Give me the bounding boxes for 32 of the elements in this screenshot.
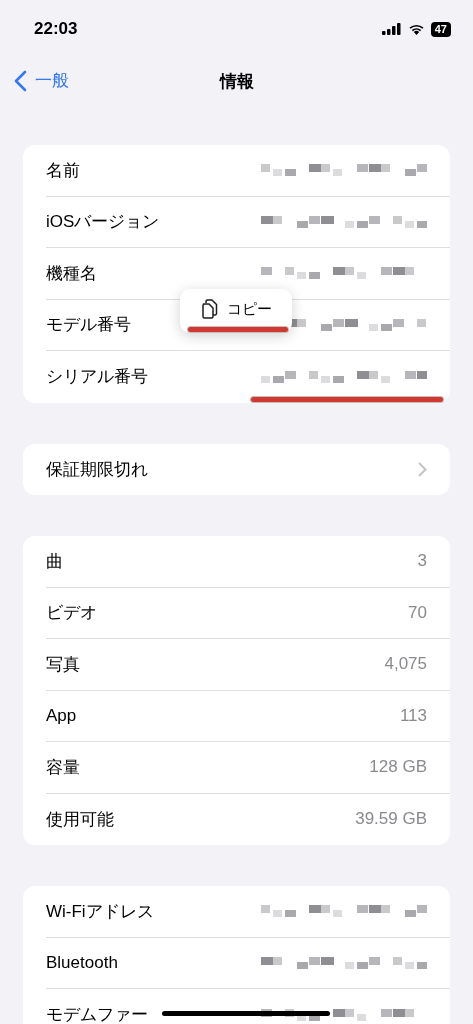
row-label: 使用可能 [46, 808, 114, 831]
row-label: 曲 [46, 550, 63, 573]
chevron-left-icon [14, 69, 27, 92]
row-label: Wi-Fiアドレス [46, 900, 154, 923]
status-time: 22:03 [34, 19, 78, 39]
row-label: Bluetooth [46, 952, 118, 973]
row-label: 写真 [46, 653, 80, 676]
row-label: モデル番号 [46, 314, 131, 337]
row-label: 容量 [46, 756, 80, 779]
row-label: 保証期限切れ [46, 458, 148, 481]
copy-label: コピー [226, 299, 272, 319]
row-value: 3 [417, 551, 427, 572]
row-label: ビデオ [46, 602, 97, 625]
row-label: シリアル番号 [46, 366, 148, 389]
row-label: 名前 [46, 159, 80, 182]
signal-icon [381, 23, 402, 35]
chevron-right-icon [418, 461, 427, 477]
row-label: モデムファー [46, 1004, 148, 1024]
row-value: 39.59 GB [355, 809, 427, 830]
row-label: App [46, 705, 77, 726]
page-title: 情報 [219, 70, 254, 93]
row-label: 機種名 [46, 262, 97, 285]
settings-link-row[interactable]: 保証期限切れ [46, 443, 450, 495]
row-value: 70 [408, 602, 427, 623]
row-value: 4,075 [384, 654, 427, 675]
row-value: 128 GB [369, 757, 427, 778]
wifi-icon [407, 23, 425, 35]
row-label: iOSバージョン [46, 211, 160, 234]
row-value: 113 [399, 705, 427, 726]
copy-icon [200, 299, 219, 319]
back-button[interactable]: 一般 [14, 69, 69, 92]
battery-indicator: 47 [430, 21, 451, 37]
